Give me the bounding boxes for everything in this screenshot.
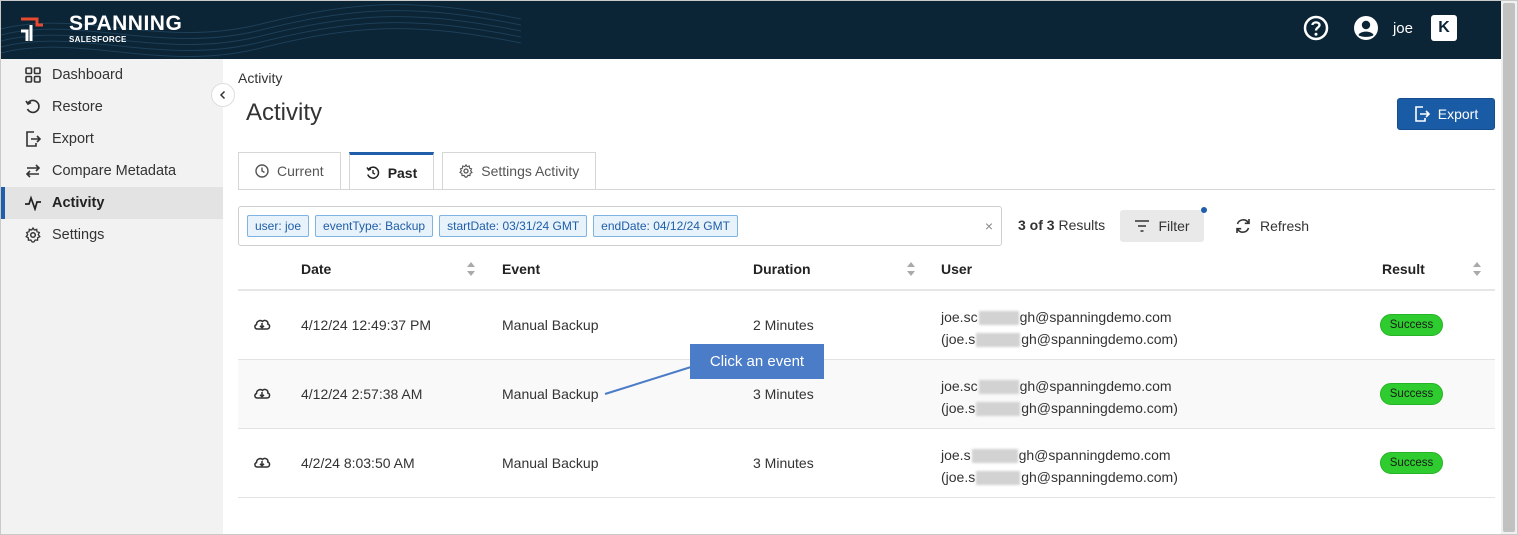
app-window: SPANNING SALESFORCE joe K Dashboard Rest… <box>0 0 1518 535</box>
callout-annotation: Click an event <box>690 344 824 379</box>
callout-pointer-line <box>604 366 692 395</box>
